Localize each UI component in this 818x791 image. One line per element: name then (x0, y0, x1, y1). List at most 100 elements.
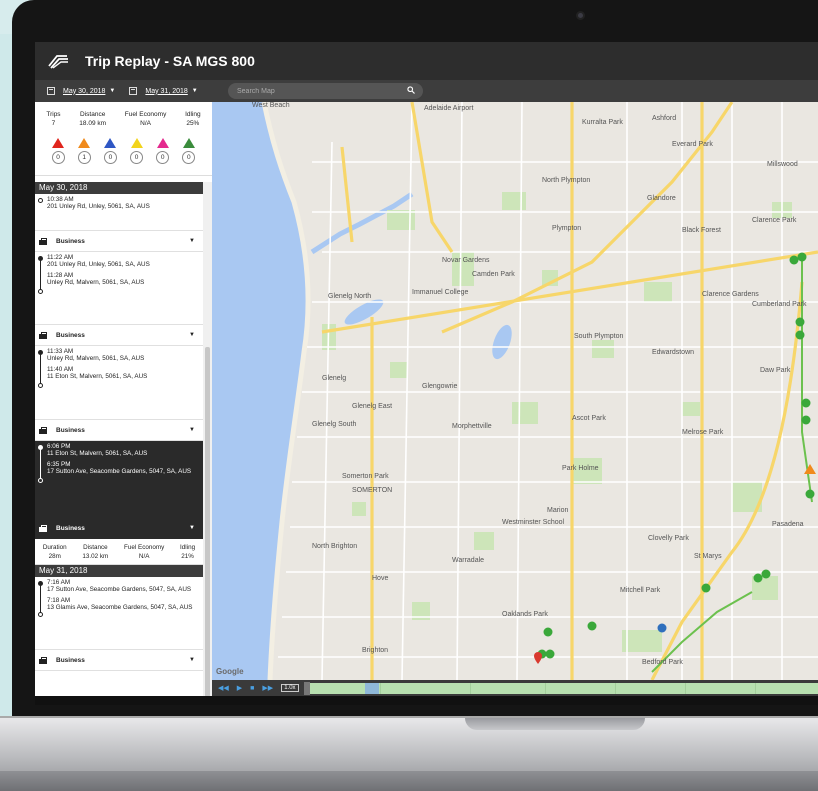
stop-marker (38, 289, 43, 294)
business-category-row[interactable]: Business ▼ (35, 419, 203, 441)
business-category-row[interactable]: Business ▼ (35, 324, 203, 346)
map-label-melrose-park: Melrose Park (682, 429, 724, 436)
timeline-tick (469, 682, 471, 694)
trip-summary: Duration 28m Distance 13.02 km Fuel Econom… (35, 539, 203, 565)
summary-label: Idling (180, 544, 196, 551)
summary-value: 21% (181, 553, 194, 560)
street (456, 102, 463, 680)
chevron-down-icon[interactable]: ▼ (189, 427, 195, 433)
trip-item[interactable]: 11:22 AM 201 Unley Rd, Unley, 5061, SA, … (35, 252, 203, 324)
app-titlebar: Trip Replay - SA MGS 800 (35, 42, 818, 80)
start-date-picker[interactable]: May 30, 2018 ▼ (47, 87, 115, 95)
stat-value: N/A (140, 120, 151, 127)
briefcase-icon (39, 237, 47, 245)
trip-item[interactable]: 7:16 AM 17 Sutton Ave, Seacombe Gardens,… (35, 577, 203, 649)
search-input[interactable] (237, 87, 397, 95)
street (516, 102, 523, 680)
trip-item-selected[interactable]: 6:06 PM 11 Eton St, Malvern, 5061, SA, A… (35, 441, 203, 517)
playback-bar: ◀◀ ▶ ■ ▶▶ 1.0x (212, 680, 818, 696)
map-label-west-beach: West Beach (252, 102, 290, 109)
trip-marker-icon (805, 489, 815, 499)
timeline-tick (614, 682, 616, 694)
play-button[interactable]: ▶ (237, 684, 242, 692)
start-date-label: May 30, 2018 (63, 87, 106, 95)
map-view[interactable]: West Beach Adelaide Airport Kurralta Par… (212, 102, 818, 680)
street (321, 141, 333, 680)
trip-marker-icon (753, 573, 763, 583)
stop-button[interactable]: ■ (250, 685, 254, 692)
park (512, 402, 538, 424)
alert-blue[interactable]: 0 (103, 138, 117, 175)
trip-connector (40, 585, 41, 613)
summary-duration: Duration 28m (43, 543, 67, 560)
stat-fuel-economy: Fuel Economy N/A (125, 110, 167, 130)
summary-value: 28m (48, 553, 61, 560)
trip-item[interactable]: 10:38 AM 201 Unley Rd, Unley, 5061, SA, … (35, 194, 203, 230)
park (390, 362, 408, 378)
alert-count: 0 (51, 151, 65, 164)
webcam-icon (576, 11, 585, 20)
trip-marker-icon (701, 583, 711, 593)
rewind-button[interactable]: ◀◀ (218, 684, 229, 692)
chevron-down-icon[interactable]: ▼ (189, 525, 195, 531)
map-label-glandore: Glandore (647, 195, 676, 202)
alert-pink[interactable]: 0 (156, 138, 170, 175)
alert-yellow[interactable]: 0 (130, 138, 144, 175)
laptop-notch (465, 718, 645, 730)
trip-end-address: 13 Glamis Ave, Seacombe Gardens, 5047, S… (47, 604, 193, 612)
stat-value: 18.09 km (79, 120, 107, 127)
briefcase-icon (39, 426, 47, 434)
chevron-down-icon[interactable]: ▼ (189, 238, 195, 244)
stat-trips: Trips 7 (46, 110, 60, 130)
playback-handle[interactable] (303, 681, 310, 695)
map-label-morphettville: Morphettville (452, 423, 492, 430)
trip-marker-icon (797, 252, 807, 262)
trip-item[interactable]: 11:33 AM Unley Rd, Malvern, 5061, SA, AU… (35, 346, 203, 419)
panel-scrollbar[interactable] (203, 182, 212, 705)
fast-forward-button[interactable]: ▶▶ (262, 684, 273, 692)
search-icon[interactable] (407, 86, 415, 94)
alert-orange[interactable]: 1 (77, 138, 91, 175)
scrollbar-thumb[interactable] (205, 347, 210, 697)
business-category-row[interactable]: Business ▼ (35, 230, 203, 252)
warning-triangle-icon (156, 138, 169, 148)
app-logo-icon (48, 55, 68, 69)
laptop-base (0, 716, 818, 791)
alert-green[interactable]: 0 (182, 138, 196, 175)
stat-distance: Distance 18.09 km (79, 110, 106, 130)
chevron-down-icon[interactable]: ▼ (189, 657, 195, 663)
alert-red[interactable]: 0 (51, 138, 65, 175)
park (352, 502, 366, 516)
chevron-down-icon[interactable]: ▼ (189, 332, 195, 338)
summary-fuel-economy: Fuel Economy N/A (124, 543, 164, 560)
map-label-pasadena: Pasadena (772, 521, 804, 528)
trip-time: 10:38 AM (47, 196, 74, 203)
trip-end-time: 11:28 AM (47, 271, 74, 279)
category-label: Business (56, 426, 85, 434)
stat-label: Idling (185, 111, 201, 118)
map-label-glengowrie: Glengowrie (422, 383, 458, 390)
map-label-glenelg-east: Glenelg East (352, 403, 392, 410)
playback-speed[interactable]: 1.0x (281, 684, 299, 692)
map-label-park-holme: Park Holme (562, 465, 599, 472)
map-label-ashford: Ashford (652, 115, 676, 122)
end-date-picker[interactable]: May 31, 2018 ▼ (129, 87, 198, 95)
business-category-row[interactable]: Business ▼ (35, 517, 203, 539)
map-label-warradale: Warradale (452, 557, 484, 564)
business-category-row[interactable]: Business ▼ (35, 649, 203, 671)
playback-timeline[interactable] (303, 681, 818, 695)
alert-count: 0 (103, 151, 117, 164)
briefcase-icon (39, 331, 47, 339)
park (474, 532, 494, 550)
day-header: May 30, 2018 (35, 182, 203, 194)
alert-count: 0 (156, 151, 170, 164)
map-label-south-plympton: South Plympton (574, 333, 624, 340)
warning-triangle-icon (78, 138, 91, 148)
map-label-edwardstown: Edwardstown (652, 349, 694, 356)
map-label-immanuel-college: Immanuel College (412, 289, 469, 296)
trip-marker-icon (801, 398, 811, 408)
street-map[interactable]: West Beach Adelaide Airport Kurralta Par… (212, 102, 818, 680)
stat-label: Fuel Economy (124, 111, 167, 118)
summary-label: Distance (83, 544, 108, 551)
warning-triangle-icon (130, 138, 143, 148)
